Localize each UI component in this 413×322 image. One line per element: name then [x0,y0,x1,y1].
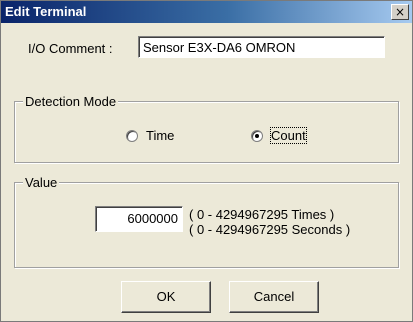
value-input[interactable]: 6000000 [95,206,183,232]
window-title: Edit Terminal [5,4,87,19]
count-radio-button[interactable] [251,129,263,142]
ok-button[interactable]: OK [121,281,211,313]
value-legend: Value [23,175,60,190]
close-button[interactable]: × [391,4,409,20]
radio-option-time[interactable]: Time [126,128,174,143]
count-radio-label[interactable]: Count [270,127,307,144]
edit-terminal-dialog: Edit Terminal × I/O Comment : Sensor E3X… [0,0,413,322]
radio-option-count[interactable]: Count [251,127,307,144]
close-icon: × [394,5,406,19]
time-radio-button[interactable] [126,129,138,142]
time-radio-label[interactable]: Time [146,128,174,143]
title-bar[interactable]: Edit Terminal × [1,1,412,23]
cancel-button[interactable]: Cancel [229,281,319,313]
detection-mode-group: Detection Mode Time Count [14,94,399,163]
io-comment-label: I/O Comment : [28,41,113,56]
range-seconds-text: ( 0 - 4294967295 Seconds ) [189,222,351,237]
io-comment-input[interactable]: Sensor E3X-DA6 OMRON [138,36,385,58]
range-times-text: ( 0 - 4294967295 Times ) [189,207,335,222]
detection-mode-legend: Detection Mode [23,94,119,109]
